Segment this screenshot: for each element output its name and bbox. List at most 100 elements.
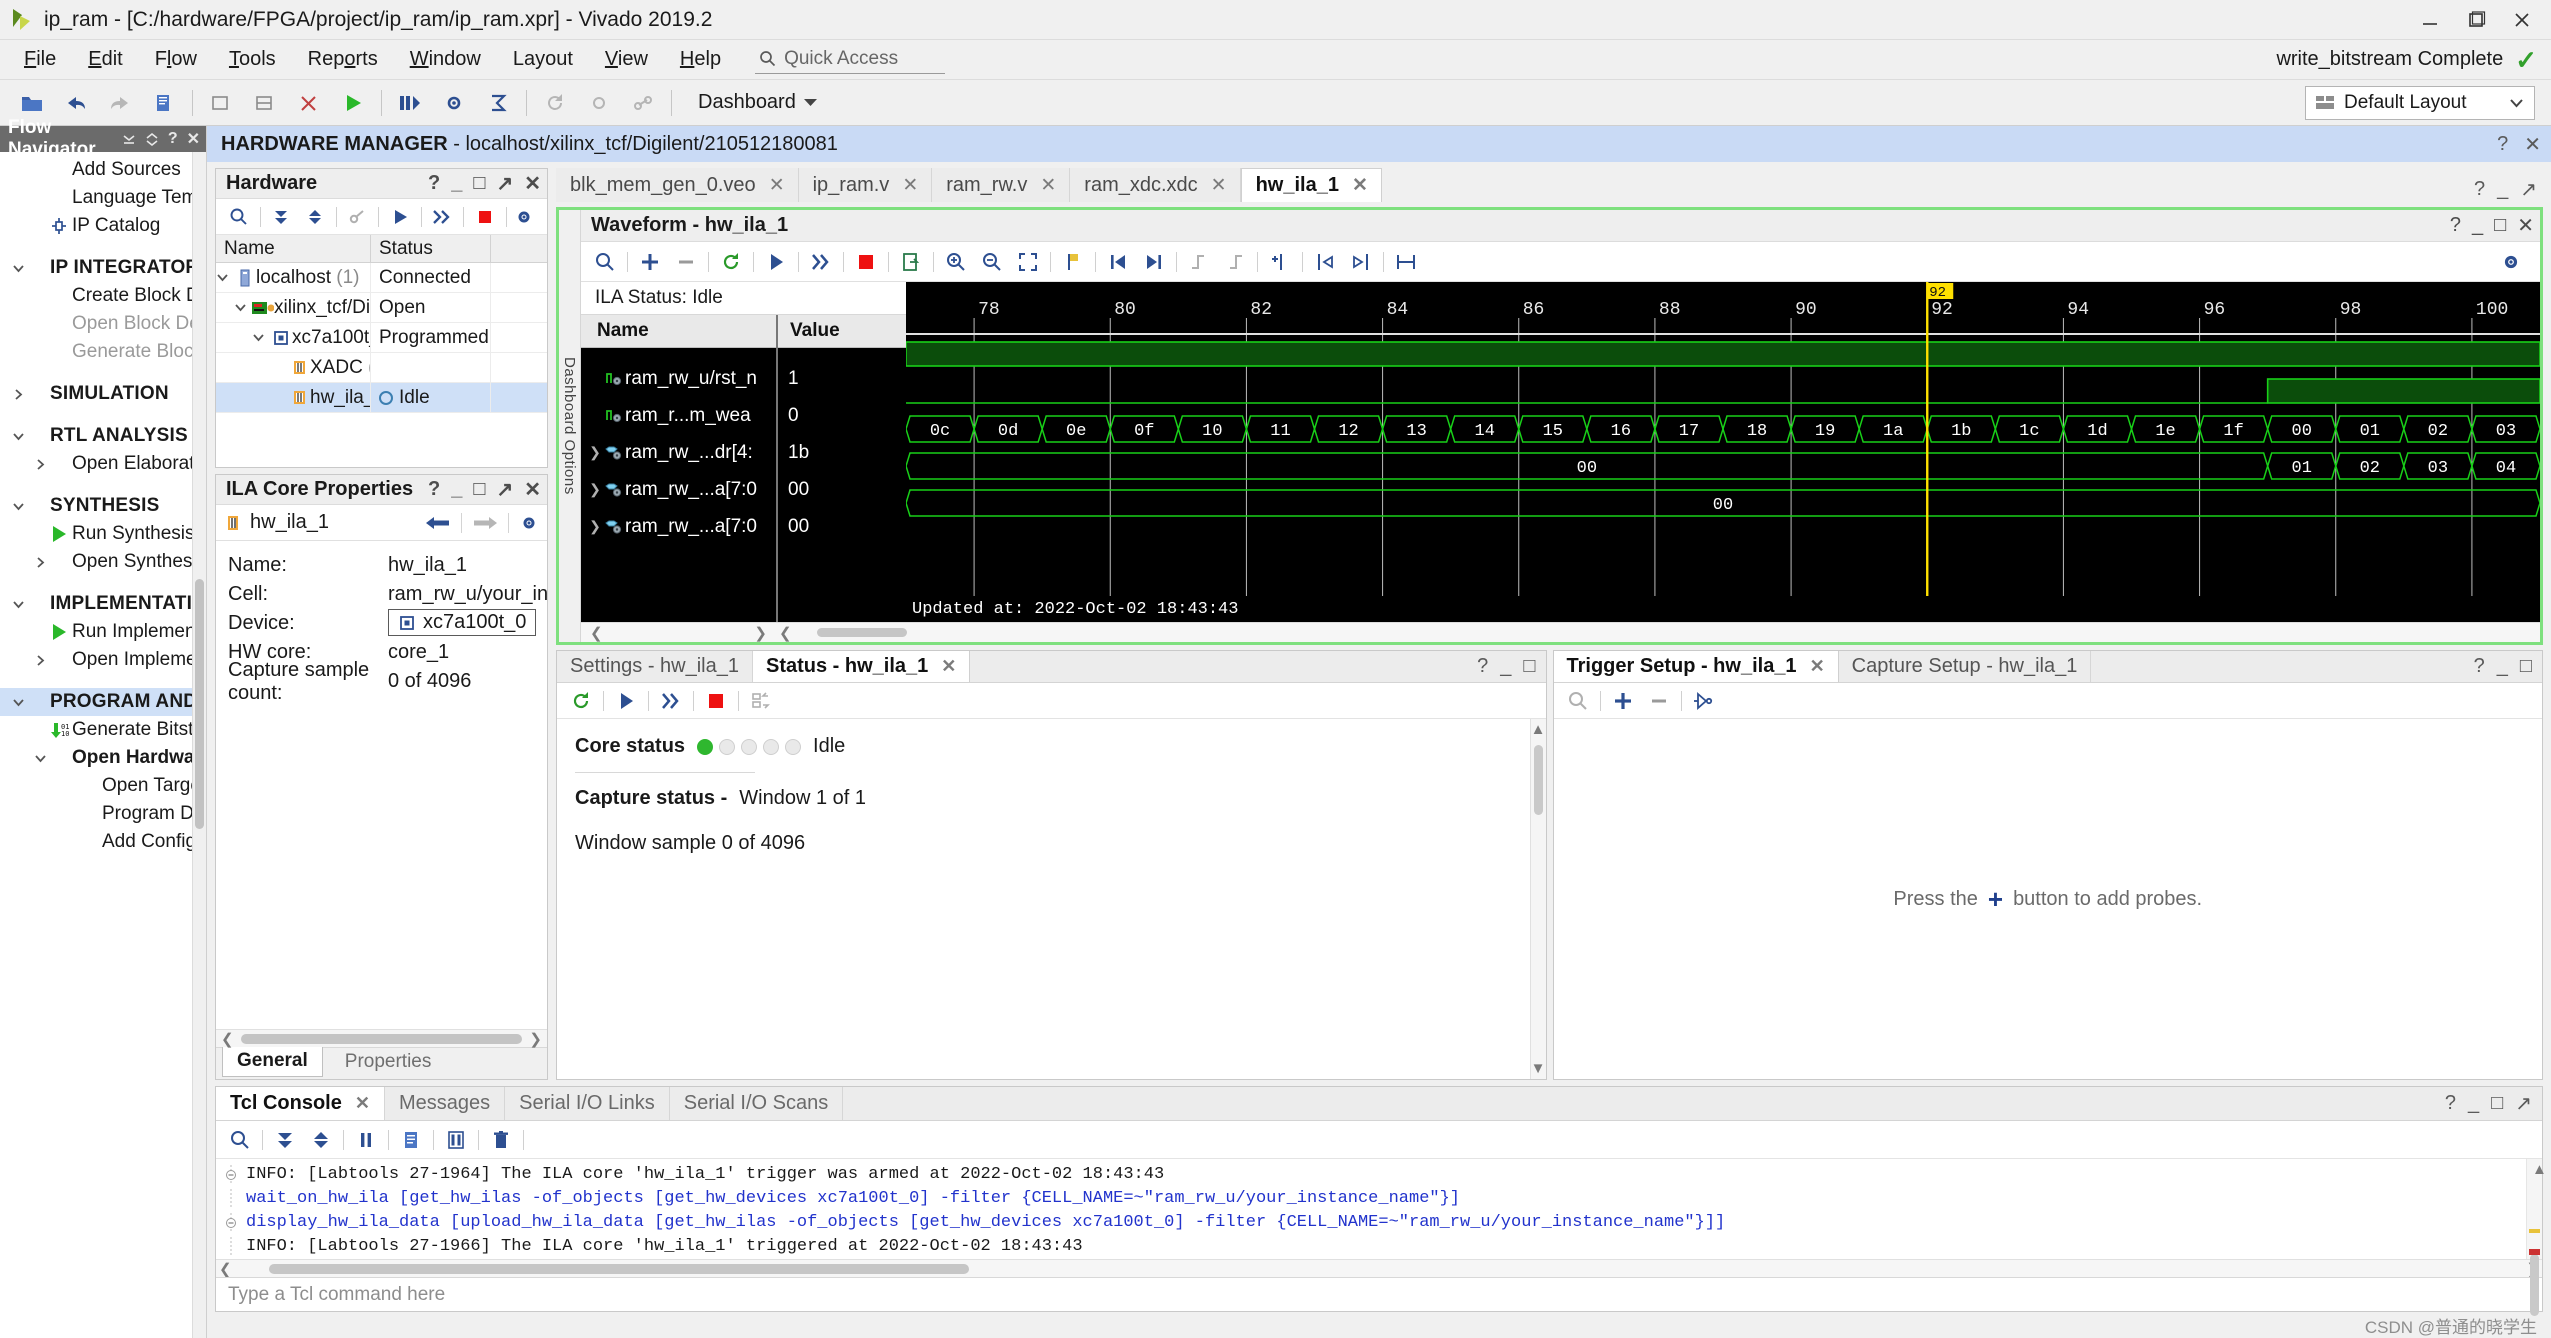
console-gutter-icon[interactable] xyxy=(216,1213,246,1233)
minimize-icon[interactable] xyxy=(2407,1,2453,39)
close-icon[interactable]: ✕ xyxy=(187,129,200,149)
run-all-icon[interactable] xyxy=(656,687,686,715)
flow-nav-item-ip-catalog[interactable]: IP Catalog xyxy=(0,212,206,240)
search-icon[interactable] xyxy=(225,1126,255,1154)
device-value-box[interactable]: xc7a100t_0 xyxy=(388,609,537,637)
chevron-down-icon[interactable] xyxy=(216,271,234,284)
pin-icon[interactable] xyxy=(581,86,617,120)
forward-arrow-icon[interactable] xyxy=(472,515,498,531)
ila-tab-general[interactable]: General xyxy=(222,1045,323,1077)
help-icon[interactable]: ? xyxy=(2450,214,2461,237)
close-icon[interactable]: ✕ xyxy=(1040,174,1056,197)
close-icon[interactable]: ✕ xyxy=(2524,132,2541,157)
go-last-icon[interactable] xyxy=(1139,248,1169,276)
console-gutter-icon[interactable] xyxy=(216,1237,246,1257)
close-icon[interactable]: ✕ xyxy=(769,174,785,197)
delete-icon[interactable] xyxy=(291,86,327,120)
layout-selector[interactable]: Default Layout xyxy=(2305,85,2535,120)
gear-icon[interactable] xyxy=(510,203,538,231)
ila-props-hscrollbar[interactable]: ❮ ❯ xyxy=(216,1029,547,1048)
waveform-canvas[interactable]: 78 80 82 84 86 88 90 92 94 96 98 100 0c 0d 0e 0f 10 11 12 1… xyxy=(906,282,2540,596)
close-icon[interactable]: ✕ xyxy=(1352,174,1368,197)
expand-all-icon[interactable] xyxy=(306,1126,336,1154)
stop-icon[interactable] xyxy=(701,687,731,715)
copy-icon[interactable] xyxy=(146,86,182,120)
flow-navigator-scrollbar[interactable] xyxy=(192,152,206,1338)
flow-nav-item-generate-block-design[interactable]: Generate Block Design xyxy=(0,338,206,366)
flow-nav-item-open-implemented-design[interactable]: Open Implemented Design xyxy=(0,646,206,674)
help-icon[interactable]: ? xyxy=(2497,133,2508,156)
help-icon[interactable]: ? xyxy=(428,478,440,501)
minimize-icon[interactable]: _ xyxy=(2472,214,2483,237)
add-icon[interactable] xyxy=(1608,687,1638,715)
flow-nav-item-open-synthesized-design[interactable]: Open Synthesized Design xyxy=(0,548,206,576)
export-icon[interactable] xyxy=(896,248,926,276)
panel-tab-trigger-setup-hw-ila-1[interactable]: Trigger Setup - hw_ila_1 ✕ xyxy=(1553,651,1839,682)
flow-nav-item-language-templates[interactable]: Language Templates xyxy=(0,184,206,212)
prev-marker-icon[interactable] xyxy=(1310,248,1340,276)
paste-icon[interactable] xyxy=(247,86,283,120)
next-marker-icon[interactable] xyxy=(1346,248,1376,276)
flow-nav-item-synthesis[interactable]: SYNTHESIS xyxy=(0,492,206,520)
minimize-icon[interactable]: _ xyxy=(2497,655,2508,678)
minimize-icon[interactable]: _ xyxy=(451,172,462,195)
run-icon[interactable] xyxy=(335,86,371,120)
maximize-icon[interactable]: □ xyxy=(473,172,485,195)
settings-icon[interactable] xyxy=(436,86,472,120)
redo-icon[interactable] xyxy=(102,86,138,120)
scroll-left-icon[interactable]: ❮ xyxy=(216,1260,235,1278)
float-icon[interactable]: ↗ xyxy=(2515,1091,2532,1116)
undo-icon[interactable] xyxy=(58,86,94,120)
flow-nav-item-rtl-analysis[interactable]: RTL ANALYSIS xyxy=(0,422,206,450)
waveform-signal-row[interactable]: ❯ ram_rw_...a[7:0 xyxy=(581,508,776,545)
console-gutter-icon[interactable] xyxy=(216,1189,246,1209)
hardware-tree-row[interactable]: hw_ila_1 (ram_Idle xyxy=(216,383,547,413)
run-icon[interactable] xyxy=(761,248,791,276)
hardware-tree-row[interactable]: XADC (System xyxy=(216,353,547,383)
close-icon[interactable]: ✕ xyxy=(355,1093,370,1114)
menu-edit[interactable]: Edit xyxy=(72,43,138,76)
pause-icon[interactable] xyxy=(351,1126,381,1154)
waveform-signal-row[interactable]: ❯ ram_rw_...dr[4: xyxy=(581,434,776,471)
zoom-fit-icon[interactable] xyxy=(1013,248,1043,276)
menu-view[interactable]: View xyxy=(589,43,664,76)
editor-tab-hw-ila-1[interactable]: hw_ila_1 ✕ xyxy=(1240,168,1382,202)
collapse-icon[interactable] xyxy=(122,132,136,146)
search-icon[interactable] xyxy=(1563,687,1593,715)
close-icon[interactable] xyxy=(2499,1,2545,39)
add-marker-icon[interactable] xyxy=(1265,248,1295,276)
maximize-icon[interactable]: □ xyxy=(1523,655,1535,678)
flow-nav-item-simulation[interactable]: SIMULATION xyxy=(0,380,206,408)
maximize-icon[interactable] xyxy=(2453,1,2499,39)
marker-icon[interactable] xyxy=(1058,248,1088,276)
help-icon[interactable]: ? xyxy=(168,130,178,148)
close-icon[interactable]: ✕ xyxy=(941,656,956,677)
console-gutter-icon[interactable] xyxy=(216,1165,246,1185)
chevron-down-icon[interactable] xyxy=(252,331,270,344)
console-tab-messages[interactable]: Messages xyxy=(385,1087,506,1120)
stop-icon[interactable] xyxy=(851,248,881,276)
waveform-signal-row[interactable]: ❯ ram_rw_...a[7:0 xyxy=(581,471,776,508)
maximize-icon[interactable]: □ xyxy=(2494,214,2506,237)
close-icon[interactable]: ✕ xyxy=(1211,174,1227,197)
go-first-icon[interactable] xyxy=(1103,248,1133,276)
next-transition-icon[interactable] xyxy=(1220,248,1250,276)
panel-tab-settings-hw-ila-1[interactable]: Settings - hw_ila_1 xyxy=(557,651,753,682)
run-all-icon[interactable] xyxy=(806,248,836,276)
search-icon[interactable] xyxy=(590,248,620,276)
run-icon[interactable] xyxy=(611,687,641,715)
minimize-icon[interactable]: _ xyxy=(451,478,462,501)
scroll-up-icon[interactable]: ▲ xyxy=(2529,1161,2550,1178)
menu-file[interactable]: File xyxy=(8,43,72,76)
refresh-icon[interactable] xyxy=(716,248,746,276)
editor-tab-ram-rw-v[interactable]: ram_rw.v ✕ xyxy=(932,168,1071,202)
scroll-up-icon[interactable]: ▲ xyxy=(1528,721,1549,738)
expand-icon[interactable] xyxy=(145,132,159,146)
close-icon[interactable]: ✕ xyxy=(524,477,541,502)
minimize-icon[interactable]: _ xyxy=(2468,1092,2479,1115)
back-arrow-icon[interactable] xyxy=(425,515,451,531)
collapse-all-icon[interactable] xyxy=(267,203,295,231)
scroll-right-icon[interactable]: ❯ xyxy=(751,624,770,642)
collapse-all-icon[interactable] xyxy=(270,1126,300,1154)
console-log[interactable]: INFO: [Labtools 27-1964] The ILA core 'h… xyxy=(216,1159,2526,1259)
